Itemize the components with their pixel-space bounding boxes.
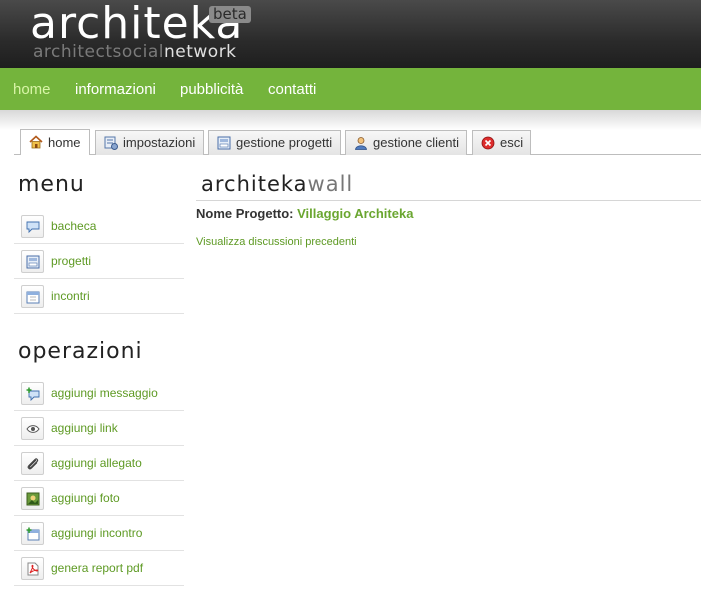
- tab-impostazioni[interactable]: impostazioni: [95, 130, 204, 155]
- tab-home-label: home: [48, 135, 81, 150]
- add-calendar-icon: [26, 527, 40, 541]
- nav-informazioni[interactable]: informazioni: [75, 68, 156, 110]
- pdf-icon: [27, 562, 39, 576]
- project-name-row: Nome Progetto: Villaggio Architeka: [196, 206, 413, 221]
- calendar-icon: [26, 291, 40, 304]
- allegato-icon-box: [21, 452, 44, 475]
- tab-gestione-clienti[interactable]: gestione clienti: [345, 130, 467, 155]
- wall-divider: [196, 200, 701, 201]
- paperclip-icon: [27, 458, 39, 470]
- tab-home[interactable]: home: [20, 129, 90, 155]
- nav-pubblicita[interactable]: pubblicità: [180, 68, 243, 110]
- photo-icon: [26, 492, 40, 506]
- bacheca-icon-box: [21, 215, 44, 238]
- sidebar-item-progetti[interactable]: progetti: [14, 244, 184, 279]
- wall-title-part-a: architeka: [201, 172, 308, 196]
- tagline-social: social: [112, 42, 164, 62]
- sidebar-item-bacheca[interactable]: bacheca: [14, 209, 184, 244]
- eye-icon: [26, 425, 40, 433]
- house-icon: [29, 135, 43, 149]
- top-nav: home informazioni pubblicità contatti: [0, 68, 701, 110]
- sidebar-item-label: aggiungi incontro: [51, 526, 143, 540]
- sidebar-item-label: incontri: [51, 289, 90, 303]
- sidebar-item-aggiungi-foto[interactable]: aggiungi foto: [14, 481, 184, 516]
- pdf-icon-box: [21, 557, 44, 580]
- sidebar-item-incontri[interactable]: incontri: [14, 279, 184, 314]
- settings-icon: [104, 136, 118, 150]
- wall-title-part-b: wall: [307, 172, 354, 196]
- messaggio-icon-box: [21, 382, 44, 405]
- sidebar-item-label: aggiungi messaggio: [51, 386, 158, 400]
- menu-heading: menu: [18, 172, 85, 197]
- nav-shadow: [0, 110, 701, 130]
- project-name-value: Villaggio Architeka: [297, 206, 414, 221]
- projects-icon: [217, 136, 231, 150]
- wall-title: architekawall: [201, 172, 353, 196]
- sidebar-item-label: progetti: [51, 254, 92, 268]
- nav-home[interactable]: home: [13, 68, 51, 110]
- previous-discussions-link[interactable]: Visualizza discussioni precedenti: [196, 236, 357, 248]
- speech-bubble-icon: [26, 221, 40, 234]
- sidebar-item-label: aggiungi link: [51, 421, 118, 435]
- site-header: architeka beta architectsocialnetwork: [0, 0, 701, 68]
- project-name-label: Nome Progetto:: [196, 206, 294, 221]
- tab-impostazioni-label: impostazioni: [123, 135, 196, 150]
- operazioni-heading: operazioni: [18, 339, 143, 364]
- link-icon-box: [21, 417, 44, 440]
- add-message-icon: [26, 387, 40, 401]
- tab-esci-label: esci: [500, 135, 524, 150]
- progetti-icon-box: [21, 250, 44, 273]
- sidebar-item-label: aggiungi allegato: [51, 456, 142, 470]
- sidebar-item-aggiungi-messaggio[interactable]: aggiungi messaggio: [14, 376, 184, 411]
- nav-contatti[interactable]: contatti: [268, 68, 316, 110]
- exit-icon: [481, 136, 495, 150]
- tab-gestione-progetti[interactable]: gestione progetti: [208, 130, 341, 155]
- tagline-network: network: [163, 42, 237, 62]
- sidebar-item-label: genera report pdf: [51, 561, 144, 575]
- sidebar-item-aggiungi-allegato[interactable]: aggiungi allegato: [14, 446, 184, 481]
- user-icon: [355, 137, 367, 150]
- projects-icon: [26, 255, 40, 269]
- foto-icon-box: [21, 487, 44, 510]
- sidebar-item-genera-report-pdf[interactable]: genera report pdf: [14, 551, 184, 586]
- sidebar-item-aggiungi-incontro[interactable]: aggiungi incontro: [14, 516, 184, 551]
- incontro-icon-box: [21, 522, 44, 545]
- tab-gestione-clienti-label: gestione clienti: [373, 135, 459, 150]
- sidebar-item-label: aggiungi foto: [51, 491, 120, 505]
- sidebar-item-aggiungi-link[interactable]: aggiungi link: [14, 411, 184, 446]
- logo-tagline: architectsocialnetwork: [33, 42, 237, 62]
- tab-esci[interactable]: esci: [472, 130, 531, 155]
- tab-gestione-progetti-label: gestione progetti: [236, 135, 333, 150]
- beta-badge: beta: [209, 6, 251, 23]
- incontri-icon-box: [21, 285, 44, 308]
- tagline-architect: architect: [33, 42, 113, 62]
- sidebar-item-label: bacheca: [51, 219, 97, 233]
